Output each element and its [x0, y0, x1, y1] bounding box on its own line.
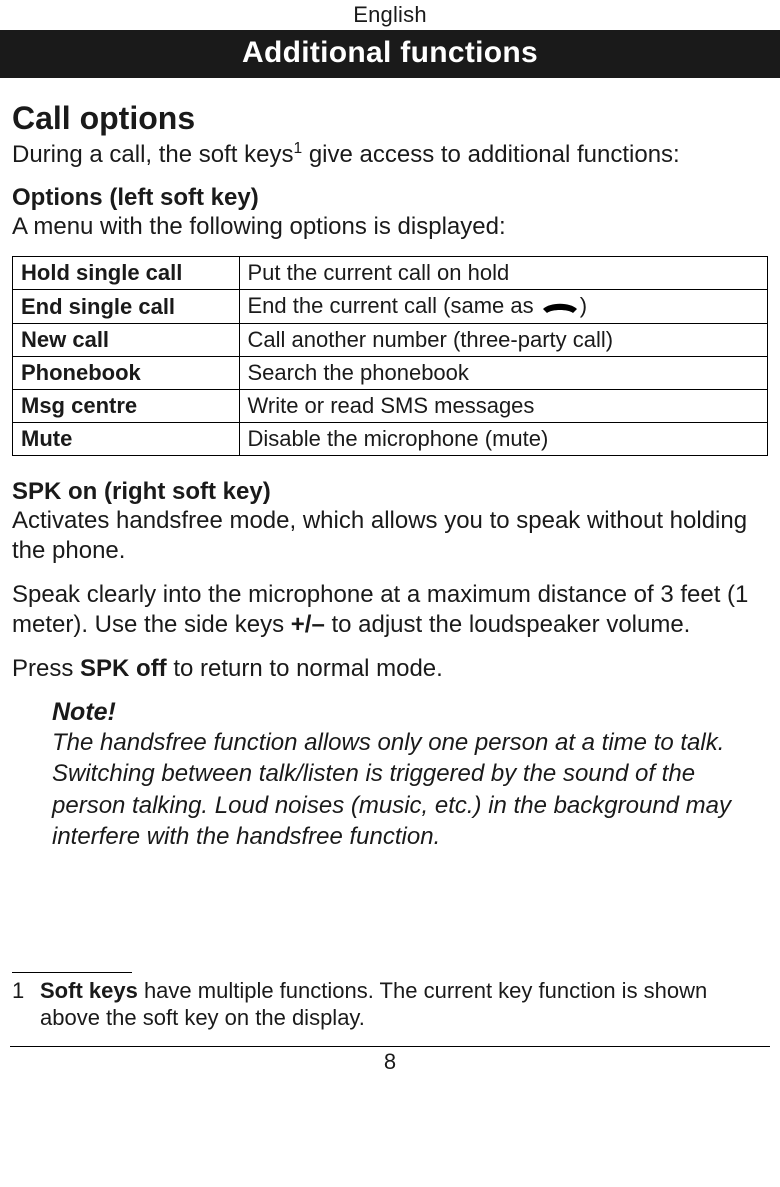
table-row: Phonebook Search the phonebook — [13, 357, 768, 390]
note-body: The handsfree function allows only one p… — [52, 727, 768, 852]
note-block: Note! The handsfree function allows only… — [12, 698, 768, 852]
text: ) — [580, 293, 587, 318]
note-title: Note! — [52, 698, 768, 727]
option-name: Mute — [13, 423, 240, 456]
option-desc: Call another number (three-party call) — [239, 324, 768, 357]
option-desc: Disable the microphone (mute) — [239, 423, 768, 456]
language-label: English — [12, 2, 768, 28]
table-row: Hold single call Put the current call on… — [13, 257, 768, 290]
spk-off-label: SPK off — [80, 655, 167, 682]
option-name: New call — [13, 324, 240, 357]
call-options-intro: During a call, the soft keys1 give acces… — [12, 139, 768, 170]
text: to adjust the loudspeaker volume. — [325, 611, 691, 638]
end-call-icon — [540, 294, 580, 320]
options-table: Hold single call Put the current call on… — [12, 256, 768, 456]
option-name: End single call — [13, 290, 240, 324]
options-left-desc: A menu with the following options is dis… — [12, 212, 768, 242]
text: During a call, the soft keys — [12, 141, 293, 168]
footnote-bold: Soft keys — [40, 978, 138, 1003]
option-name: Hold single call — [13, 257, 240, 290]
option-desc: Write or read SMS messages — [239, 390, 768, 423]
footnote-number: 1 — [12, 977, 40, 1032]
text: to return to normal mode. — [167, 655, 443, 682]
table-row: Msg centre Write or read SMS messages — [13, 390, 768, 423]
spk-p1: Activates handsfree mode, which allows y… — [12, 506, 768, 566]
table-row: New call Call another number (three-part… — [13, 324, 768, 357]
bottom-rule — [10, 1046, 770, 1047]
option-desc: Search the phonebook — [239, 357, 768, 390]
spk-on-heading: SPK on (right soft key) — [12, 478, 768, 506]
table-row: Mute Disable the microphone (mute) — [13, 423, 768, 456]
call-options-heading: Call options — [12, 100, 768, 137]
option-desc: End the current call (same as ) — [239, 290, 768, 324]
spk-p2: Speak clearly into the microphone at a m… — [12, 580, 768, 640]
option-desc: Put the current call on hold — [239, 257, 768, 290]
table-row: End single call End the current call (sa… — [13, 290, 768, 324]
text: Press — [12, 655, 80, 682]
footnote-ref: 1 — [293, 140, 302, 157]
text: have multiple functions. The current key… — [40, 978, 707, 1031]
footnote: 1 Soft keys have multiple functions. The… — [12, 977, 768, 1032]
section-banner: Additional functions — [0, 30, 780, 78]
volume-keys-label: +/– — [291, 611, 325, 638]
footnote-text: Soft keys have multiple functions. The c… — [40, 977, 768, 1032]
footnote-separator — [12, 972, 132, 973]
text: give access to additional functions: — [302, 141, 680, 168]
spk-p3: Press SPK off to return to normal mode. — [12, 654, 768, 684]
page-number: 8 — [12, 1049, 768, 1075]
option-name: Phonebook — [13, 357, 240, 390]
options-left-heading: Options (left soft key) — [12, 184, 768, 212]
text: End the current call (same as — [248, 293, 540, 318]
option-name: Msg centre — [13, 390, 240, 423]
